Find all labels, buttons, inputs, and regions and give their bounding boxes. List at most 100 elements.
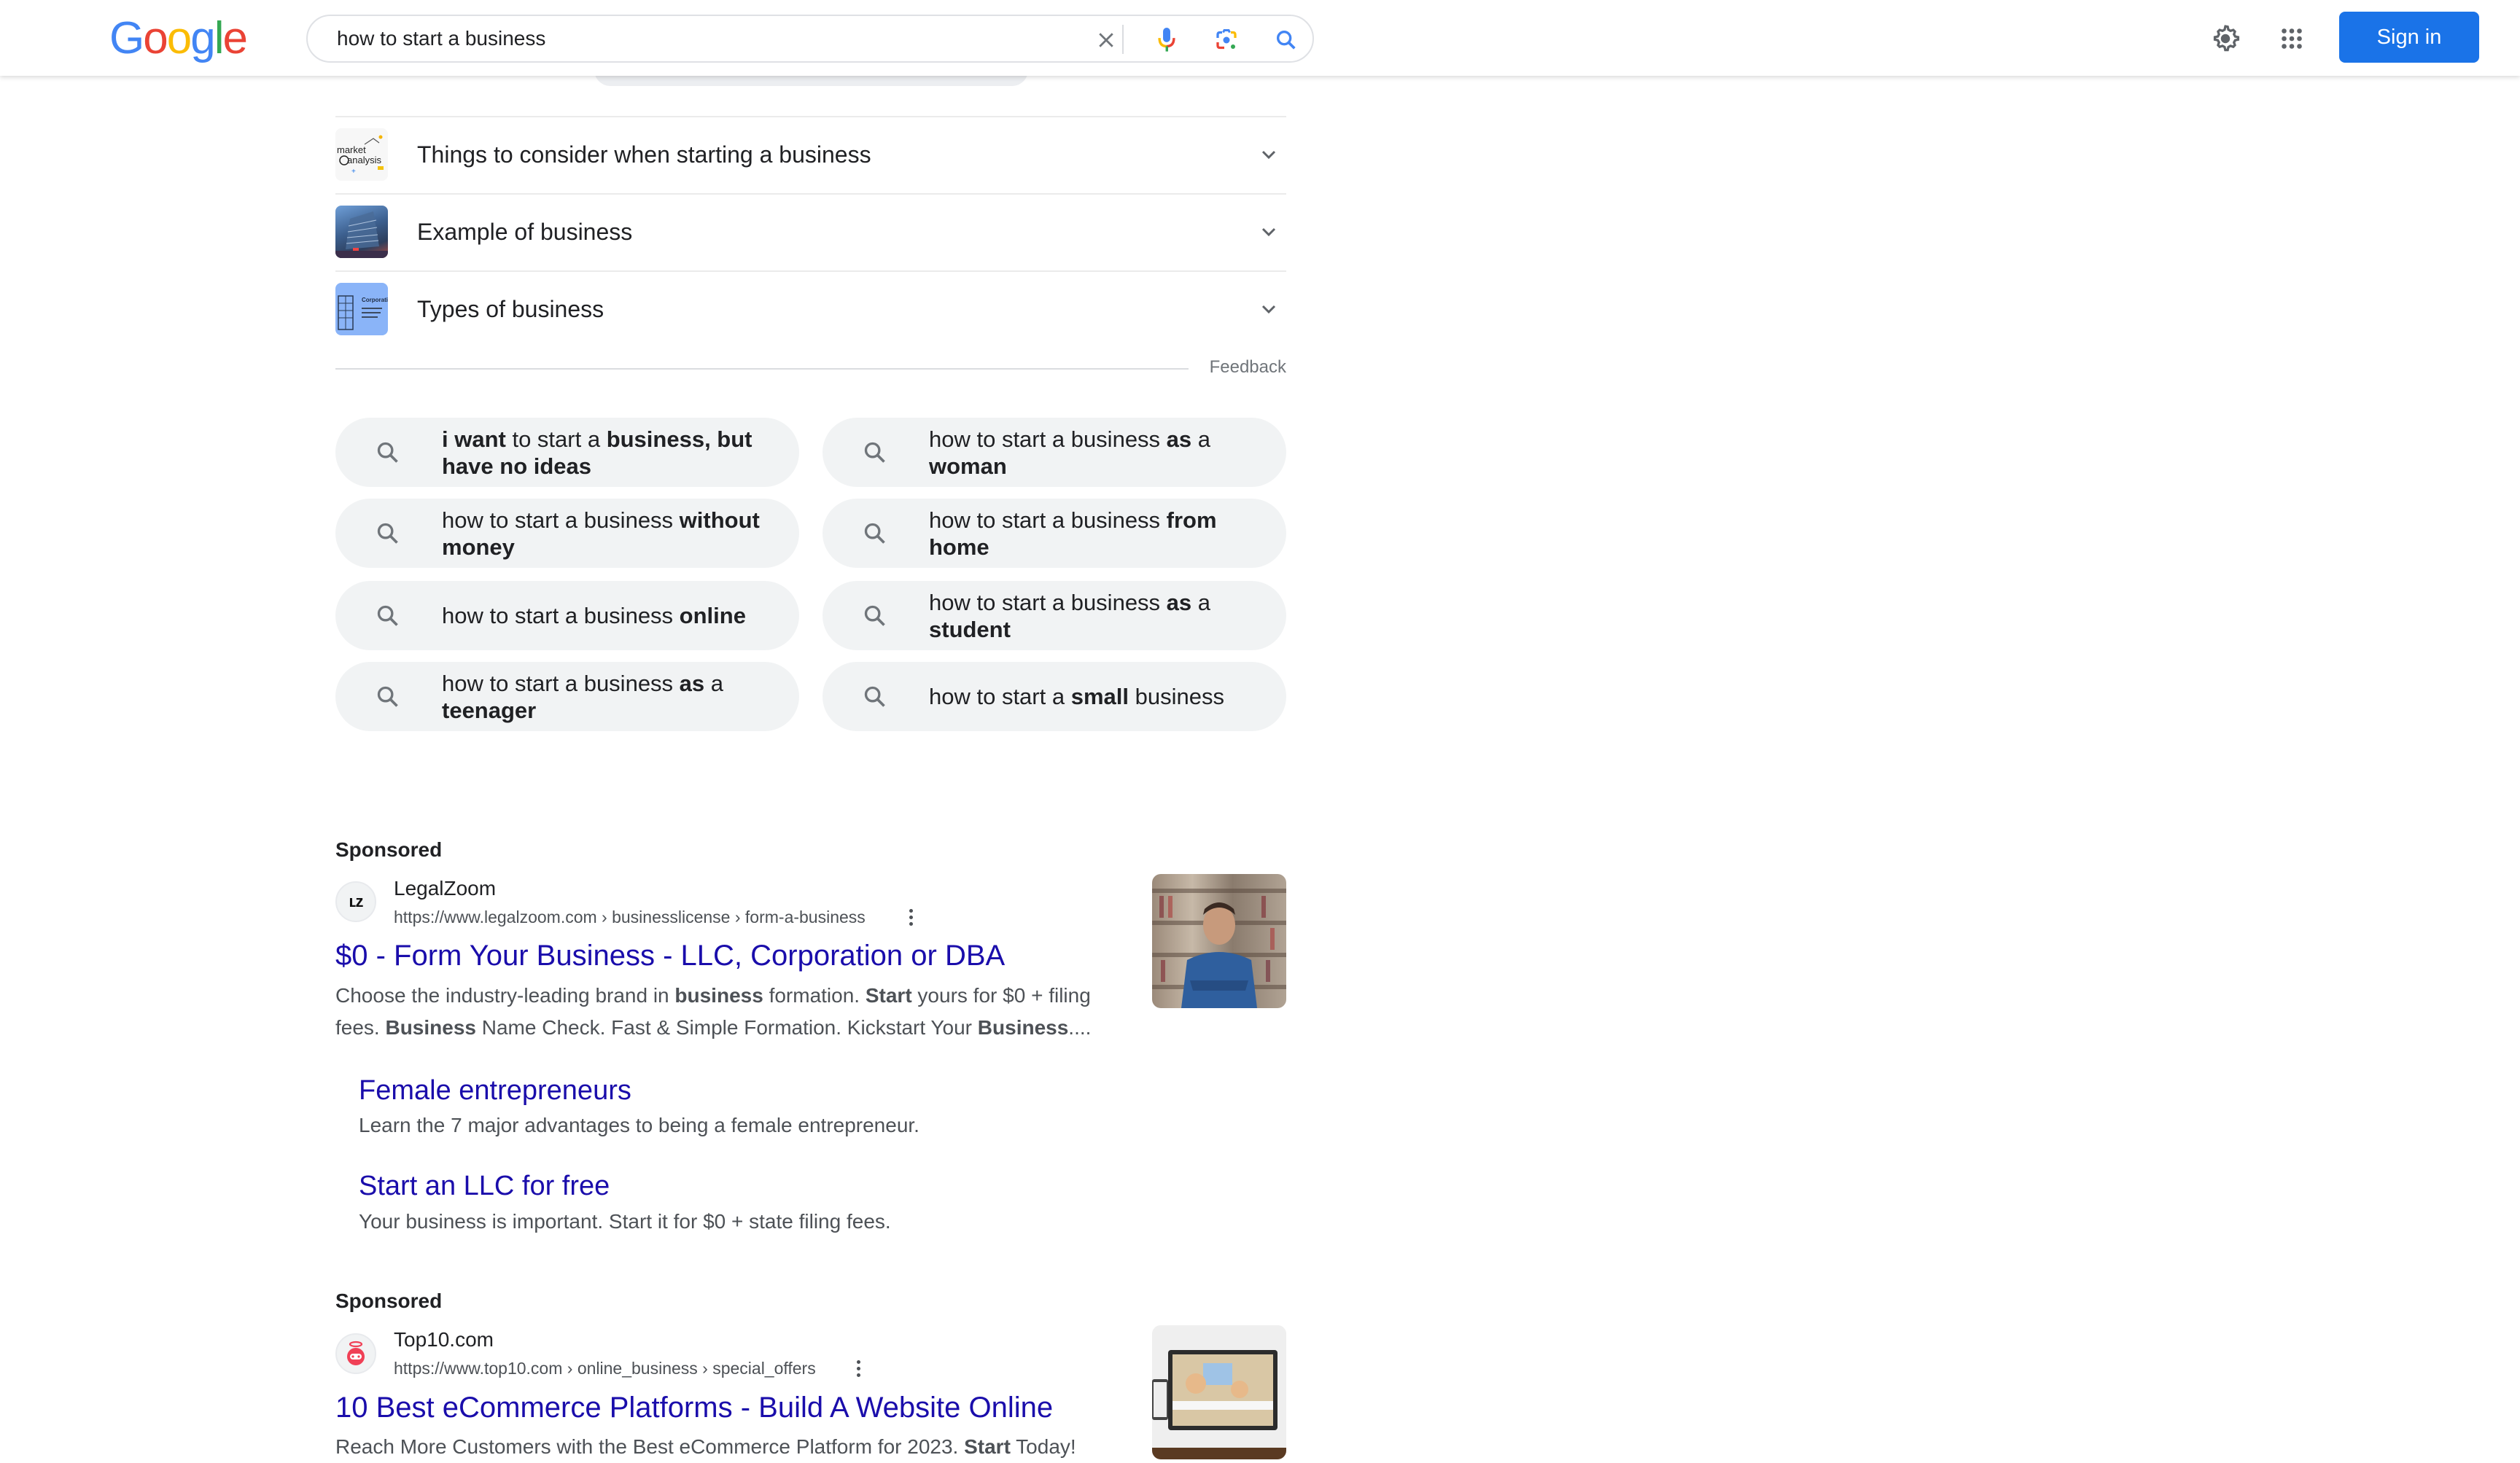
market-analysis-thumbnail: market analysis + <box>335 128 388 181</box>
ad-url[interactable]: https://www.top10.com › online_business … <box>394 1359 816 1378</box>
related-search-text: how to start a business online <box>442 602 782 629</box>
sponsored-label: Sponsored <box>335 1290 443 1312</box>
sponsored-label: Sponsored <box>335 838 443 861</box>
office-building-thumbnail <box>335 206 388 258</box>
accordion-item[interactable]: Corporation Types of business <box>335 271 1286 347</box>
sign-in-button[interactable]: Sign in <box>2339 12 2479 63</box>
highlighted-text: i want <box>442 426 506 452</box>
ad-thumbnail-person[interactable] <box>1152 874 1286 1008</box>
feedback-link[interactable]: Feedback <box>1196 357 1286 378</box>
ad-site-name[interactable]: LegalZoom <box>394 877 496 900</box>
microphone-icon[interactable] <box>1152 26 1181 55</box>
svg-text:market: market <box>337 144 366 155</box>
text-span: .... <box>1068 1016 1092 1039</box>
search-icon <box>864 686 885 707</box>
svg-text:Corporation: Corporation <box>362 297 388 303</box>
related-search-chip[interactable]: how to start a business as a woman <box>822 418 1286 487</box>
logo-letter: o <box>166 13 192 63</box>
text-span: how to start a business <box>929 589 1167 615</box>
google-logo[interactable]: Google <box>109 13 248 64</box>
gear-icon[interactable] <box>2209 22 2242 55</box>
related-search-text: how to start a business as a student <box>929 589 1269 643</box>
related-search-text: how to start a small business <box>929 683 1269 710</box>
related-search-chip[interactable]: how to start a business online <box>335 581 799 650</box>
related-search-chip[interactable]: how to start a business as a student <box>822 581 1286 650</box>
legalzoom-favicon[interactable]: ʟz <box>335 881 376 922</box>
search-icon <box>377 686 398 707</box>
sitelink-description: Learn the 7 major advantages to being a … <box>359 1114 919 1136</box>
logo-letter: g <box>190 13 216 63</box>
top10-robot-icon <box>347 1341 365 1365</box>
ad-site-name[interactable]: Top10.com <box>394 1328 494 1351</box>
accordion-item[interactable]: Example of business <box>335 194 1286 270</box>
logo-letter: l <box>214 13 225 63</box>
ad-url[interactable]: https://www.legalzoom.com › businesslice… <box>394 908 866 927</box>
more-options-icon[interactable] <box>903 904 918 930</box>
related-search-text: i want to start a business, but have no … <box>442 426 782 480</box>
text-span: how to start a business <box>929 507 1167 533</box>
ad-title-link[interactable]: 10 Best eCommerce Platforms - Build A We… <box>335 1392 1053 1424</box>
logo-letter: e <box>222 13 248 63</box>
text-span: how to start a <box>929 684 1071 709</box>
text-span: how to start a business <box>442 603 680 628</box>
text-span: a <box>1191 426 1211 452</box>
text-span: how to start a business <box>929 426 1167 452</box>
highlighted-text: as <box>679 670 705 696</box>
text-span: how to start a business <box>442 507 680 533</box>
text-span: business <box>1129 684 1224 709</box>
text-span: to start a <box>505 426 607 452</box>
highlighted-text: as <box>1166 589 1192 615</box>
apps-grid-icon[interactable] <box>2275 22 2309 55</box>
ad-thumbnail-devices[interactable] <box>1152 1325 1286 1459</box>
related-search-text: how to start a business as a teenager <box>442 670 782 724</box>
highlighted-text: business <box>674 984 763 1007</box>
google-lens-icon[interactable] <box>1212 26 1241 55</box>
svg-text:analysis: analysis <box>347 155 381 165</box>
text-span: Choose the industry-leading brand in <box>335 984 675 1007</box>
related-search-chip[interactable]: how to start a small business <box>822 662 1286 731</box>
search-icon <box>377 442 398 463</box>
accordion-label: Things to consider when starting a busin… <box>417 141 871 168</box>
search-icon[interactable] <box>1272 26 1301 55</box>
search-icon <box>864 442 885 463</box>
close-icon[interactable] <box>1092 26 1121 55</box>
related-search-text: how to start a business as a woman <box>929 426 1269 480</box>
highlighted-text: woman <box>929 453 1007 479</box>
accordion-label: Types of business <box>417 295 604 322</box>
search-icon <box>377 605 398 626</box>
logo-letter: o <box>143 13 168 63</box>
chevron-down-icon[interactable] <box>1254 140 1283 169</box>
highlighted-text: Business <box>385 1016 476 1039</box>
chevron-down-icon[interactable] <box>1254 217 1283 246</box>
related-search-chip[interactable]: i want to start a business, but have no … <box>335 418 799 487</box>
related-search-chip[interactable]: how to start a business from home <box>822 499 1286 568</box>
search-box[interactable]: how to start a business <box>306 15 1314 63</box>
text-span: Today! <box>1010 1435 1076 1458</box>
svg-text:+: + <box>351 168 356 176</box>
related-search-text: how to start a business from home <box>929 507 1269 561</box>
text-span: Name Check. Fast & Simple Formation. Kic… <box>475 1016 978 1039</box>
logo-letter: G <box>109 13 144 63</box>
lz-logo-icon: ʟz <box>349 892 364 910</box>
ad-description: Choose the industry-leading brand in bus… <box>335 980 1108 1044</box>
search-icon <box>864 605 885 626</box>
highlighted-text: small <box>1070 684 1129 709</box>
related-search-chip[interactable]: how to start a business without money <box>335 499 799 568</box>
highlighted-text: Start <box>964 1435 1011 1458</box>
highlighted-text: as <box>1166 426 1192 452</box>
highlighted-text: online <box>679 603 746 628</box>
more-options-icon[interactable] <box>851 1355 866 1381</box>
search-input[interactable]: how to start a business <box>337 16 545 61</box>
top10-favicon[interactable] <box>335 1333 376 1374</box>
chevron-down-icon[interactable] <box>1254 294 1283 324</box>
ad-title-link[interactable]: $0 - Form Your Business - LLC, Corporati… <box>335 940 1005 972</box>
sitelink-title[interactable]: Start an LLC for free <box>359 1171 610 1202</box>
text-span: Reach More Customers with the Best eComm… <box>335 1435 965 1458</box>
corporation-thumbnail: Corporation <box>335 283 388 335</box>
highlighted-text: Start <box>865 984 912 1007</box>
sitelink-title[interactable]: Female entrepreneurs <box>359 1075 631 1107</box>
accordion-item[interactable]: market analysis + Things to consider whe… <box>335 117 1286 192</box>
text-span: formation. <box>763 984 866 1007</box>
related-search-text: how to start a business without money <box>442 507 782 561</box>
related-search-chip[interactable]: how to start a business as a teenager <box>335 662 799 731</box>
